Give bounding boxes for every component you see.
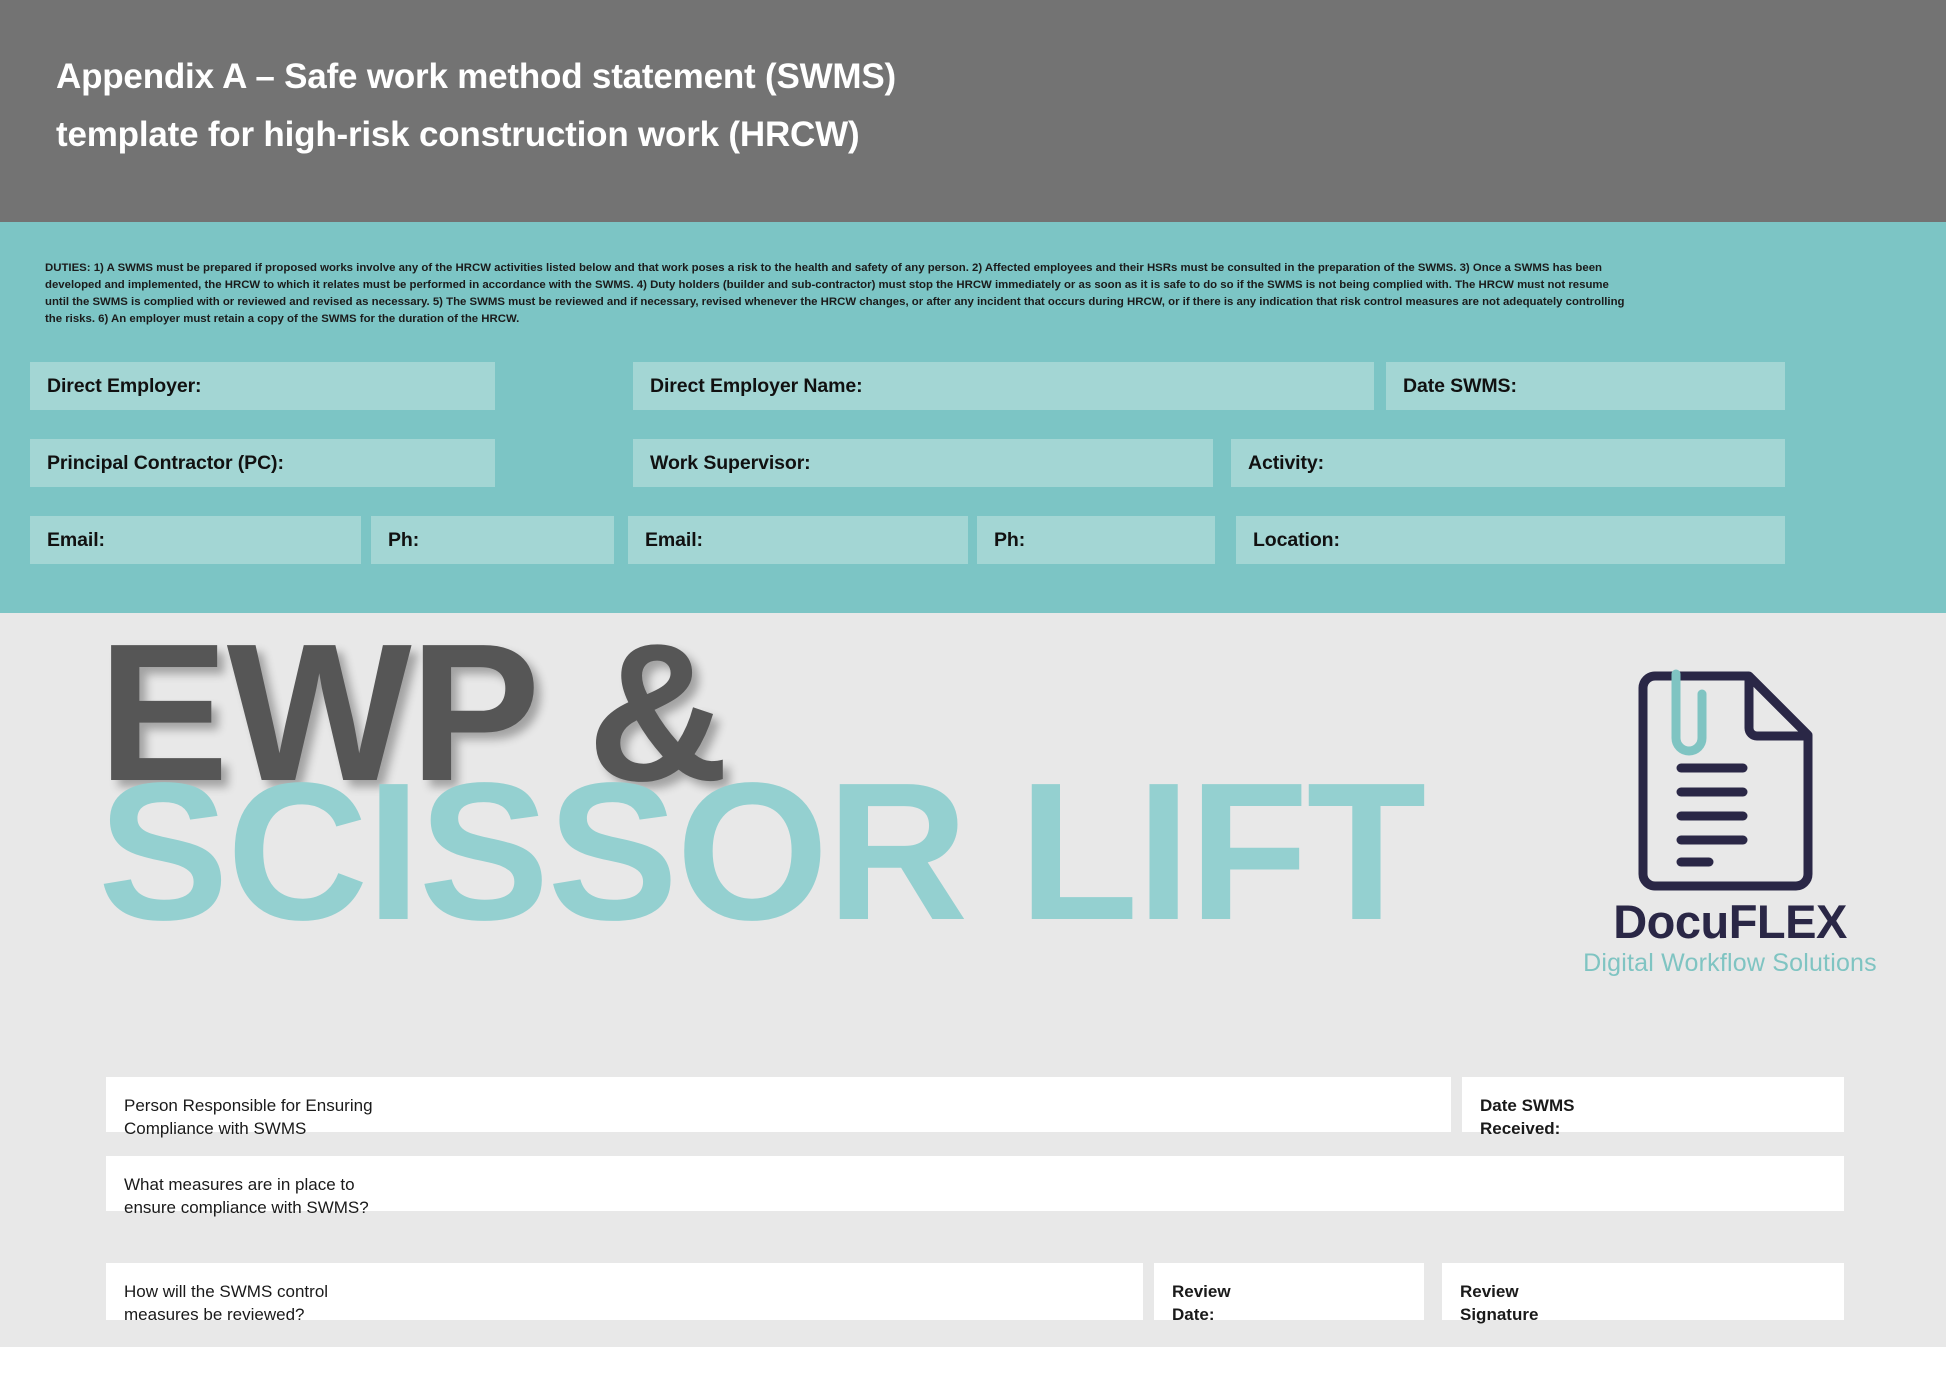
field-supervisor-phone[interactable]: Ph:: [977, 516, 1215, 564]
field-activity[interactable]: Activity:: [1231, 439, 1785, 487]
form-row-1: Direct Employer: Direct Employer Name: D…: [0, 362, 1946, 410]
field-measures-question-label: What measures are in place to ensure com…: [124, 1175, 369, 1217]
field-employer-email-label: Email:: [47, 528, 105, 551]
field-review-date[interactable]: Review Date:: [1154, 1263, 1424, 1324]
field-direct-employer[interactable]: Direct Employer:: [30, 362, 495, 410]
field-review-signature-label: Review Signature: [1460, 1282, 1539, 1324]
field-location-label: Location:: [1253, 528, 1340, 551]
field-supervisor-email-label: Email:: [645, 528, 703, 551]
field-principal-contractor-label: Principal Contractor (PC):: [47, 451, 284, 474]
teal-form-band: DUTIES: 1) A SWMS must be prepared if pr…: [0, 222, 1946, 613]
duties-paragraph: DUTIES: 1) A SWMS must be prepared if pr…: [45, 262, 1625, 325]
field-review-date-label: Review Date:: [1172, 1282, 1231, 1324]
hero-title: EWP & SCISSOR LIFT: [98, 615, 1426, 961]
swms-template-page: Appendix A – Safe work method statement …: [0, 0, 1946, 1374]
field-activity-label: Activity:: [1248, 451, 1325, 474]
field-review-signature[interactable]: Review Signature: [1442, 1263, 1844, 1324]
document-icon: [1633, 666, 1818, 896]
page-title-line-1: Appendix A – Safe work method statement …: [56, 57, 896, 96]
field-measures-question[interactable]: What measures are in place to ensure com…: [106, 1156, 1844, 1217]
form-row-2: Principal Contractor (PC): Work Supervis…: [0, 439, 1946, 487]
field-date-swms[interactable]: Date SWMS:: [1386, 362, 1785, 410]
field-work-supervisor-label: Work Supervisor:: [650, 451, 811, 474]
field-supervisor-email[interactable]: Email:: [628, 516, 968, 564]
field-work-supervisor[interactable]: Work Supervisor:: [633, 439, 1213, 487]
logo-wordmark: DocuFLEX: [1613, 895, 1847, 948]
field-date-swms-received[interactable]: Date SWMS Received:: [1462, 1077, 1844, 1138]
hero-title-line-2: SCISSOR LIFT: [98, 741, 1426, 961]
field-review-question[interactable]: How will the SWMS control measures be re…: [106, 1263, 1143, 1324]
form-row-3: Email: Ph: Email: Ph: Location:: [0, 516, 1946, 564]
field-employer-phone[interactable]: Ph:: [371, 516, 614, 564]
field-person-responsible-label: Person Responsible for Ensuring Complian…: [124, 1096, 373, 1138]
field-date-swms-label: Date SWMS:: [1403, 374, 1517, 397]
field-employer-email[interactable]: Email:: [30, 516, 361, 564]
field-employer-phone-label: Ph:: [388, 528, 420, 551]
field-direct-employer-label: Direct Employer:: [47, 374, 202, 397]
field-principal-contractor[interactable]: Principal Contractor (PC):: [30, 439, 495, 487]
field-review-question-label: How will the SWMS control measures be re…: [124, 1282, 329, 1324]
hero-section: EWP & SCISSOR LIFT DocuFLEX Digital Work…: [0, 613, 1946, 1347]
docuflex-logo: DocuFLEX Digital Workflow Solutions: [1545, 666, 1915, 977]
field-location[interactable]: Location:: [1236, 516, 1785, 564]
page-title: Appendix A – Safe work method statement …: [56, 48, 1356, 164]
header-band: Appendix A – Safe work method statement …: [0, 0, 1946, 222]
logo-tagline: Digital Workflow Solutions: [1583, 949, 1877, 977]
field-date-swms-received-label: Date SWMS Received:: [1480, 1096, 1575, 1138]
page-title-line-2: template for high-risk construction work…: [56, 115, 860, 154]
field-person-responsible[interactable]: Person Responsible for Ensuring Complian…: [106, 1077, 1451, 1138]
field-supervisor-phone-label: Ph:: [994, 528, 1026, 551]
field-direct-employer-name-label: Direct Employer Name:: [650, 374, 863, 397]
field-direct-employer-name[interactable]: Direct Employer Name:: [633, 362, 1374, 410]
